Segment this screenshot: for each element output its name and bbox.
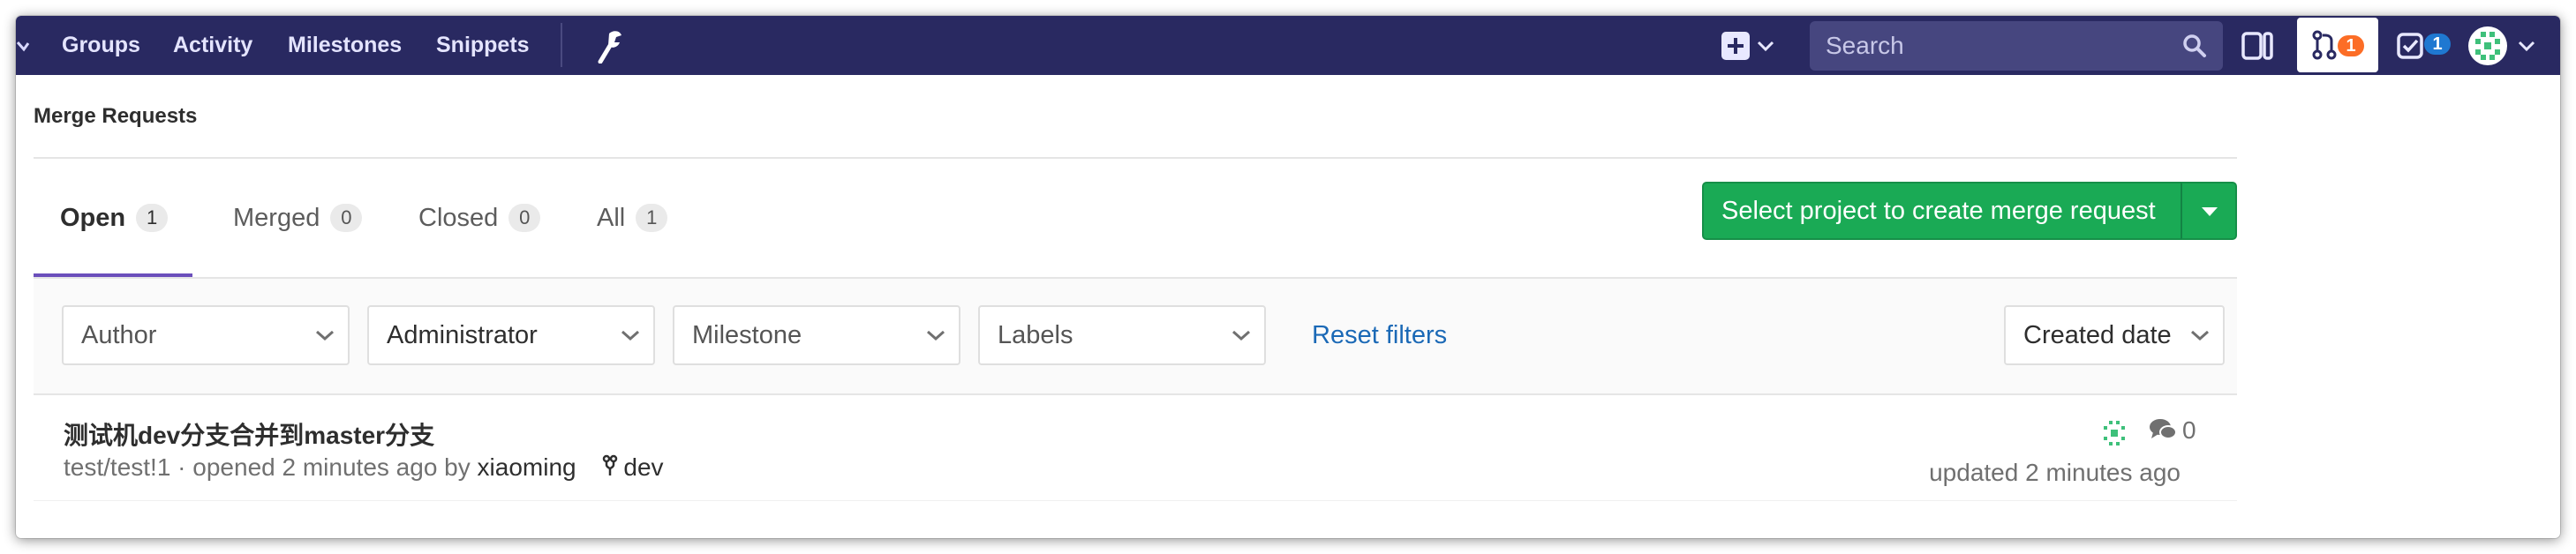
milestone-filter-dropdown[interactable]: Milestone — [673, 305, 960, 365]
caret-down-icon — [2202, 207, 2218, 216]
user-avatar-menu[interactable] — [2467, 23, 2546, 69]
nav-link-groups[interactable]: Groups — [62, 16, 140, 75]
dropdown-label: Administrator — [387, 321, 538, 349]
reset-filters-link[interactable]: Reset filters — [1312, 305, 1447, 365]
labels-filter-dropdown[interactable]: Labels — [978, 305, 1266, 365]
chevron-down-icon — [1232, 330, 1250, 341]
author-filter-dropdown[interactable]: Author — [62, 305, 350, 365]
merge-request-reference[interactable]: test/test!1 — [64, 453, 170, 481]
tab-all[interactable]: All 1 — [597, 159, 668, 277]
top-navbar: Groups Activity Milestones Snippets Sear… — [16, 16, 2560, 75]
chevron-down-icon — [621, 330, 639, 341]
comments-icon — [2150, 419, 2177, 439]
nav-link-activity[interactable]: Activity — [173, 16, 252, 75]
merge-request-meta: test/test!1 · opened 2 minutes ago by xi… — [64, 453, 664, 482]
nav-link-snippets[interactable]: Snippets — [436, 16, 530, 75]
create-mr-dropdown-toggle[interactable] — [2181, 182, 2237, 240]
merge-requests-count-badge: 1 — [2338, 35, 2364, 56]
chevron-down-icon — [2191, 330, 2209, 341]
git-merge-request-icon — [2312, 30, 2337, 60]
tab-count-badge: 0 — [330, 204, 363, 232]
nav-separator — [561, 23, 562, 67]
tab-merged[interactable]: Merged 0 — [233, 159, 363, 277]
todo-check-icon — [2397, 33, 2423, 59]
dropdown-label: Author — [81, 321, 157, 349]
chevron-down-icon — [927, 330, 945, 341]
dropdown-label: Milestone — [692, 321, 802, 349]
chevron-down-icon — [316, 330, 334, 341]
create-new-button[interactable] — [1720, 28, 1781, 64]
todos-count-badge: 1 — [2424, 34, 2451, 55]
chevron-down-icon — [2518, 41, 2535, 52]
opened-text: · opened 2 minutes ago by — [170, 453, 478, 481]
updated-timestamp: updated 2 minutes ago — [1929, 459, 2181, 486]
author-link[interactable]: xiaoming — [478, 453, 576, 481]
branch-icon — [603, 454, 618, 475]
dropdown-label: Labels — [998, 321, 1073, 349]
comments-count: 0 — [2182, 416, 2196, 444]
chevron-down-icon[interactable] — [16, 35, 30, 56]
sort-dropdown[interactable]: Created date — [2004, 305, 2225, 365]
comments-count-link[interactable]: 0 — [2149, 416, 2196, 445]
assignee-filter-dropdown[interactable]: Administrator — [367, 305, 655, 365]
target-branch-label[interactable]: dev — [623, 453, 663, 481]
filter-bar: Author Administrator Milestone Labels Re… — [34, 277, 2237, 395]
search-input[interactable] — [1810, 21, 2223, 71]
tab-closed[interactable]: Closed 0 — [418, 159, 541, 277]
breadcrumb[interactable]: Merge Requests — [34, 104, 197, 129]
merge-requests-nav-button[interactable]: 1 — [2297, 18, 2378, 72]
browser-window: Groups Activity Milestones Snippets Sear… — [16, 16, 2560, 538]
merge-request-title[interactable]: 测试机dev分支合并到master分支 — [64, 416, 434, 452]
search-icon — [2183, 34, 2206, 57]
search-field[interactable] — [1810, 21, 2223, 71]
select-project-create-mr-button[interactable]: Select project to create merge request — [1702, 182, 2198, 240]
sidebar-toggle-icon[interactable] — [2240, 28, 2277, 64]
merge-request-list-item: 测试机dev分支合并到master分支 test/test!1 · opened… — [34, 395, 2237, 501]
tab-label: Closed — [418, 203, 499, 232]
tab-open[interactable]: Open 1 — [60, 159, 169, 277]
pipeline-status-icon[interactable] — [2099, 418, 2129, 448]
tab-label: All — [597, 203, 626, 232]
tab-count-badge: 1 — [636, 204, 668, 232]
nav-link-milestones[interactable]: Milestones — [288, 16, 402, 75]
tab-count-badge: 0 — [508, 204, 541, 232]
dropdown-label: Created date — [2023, 321, 2172, 349]
tab-count-badge: 1 — [136, 204, 169, 232]
todos-nav-button[interactable]: 1 — [2396, 28, 2458, 64]
wrench-icon[interactable] — [593, 28, 625, 64]
tab-label: Merged — [233, 203, 320, 232]
tab-label: Open — [60, 203, 126, 232]
